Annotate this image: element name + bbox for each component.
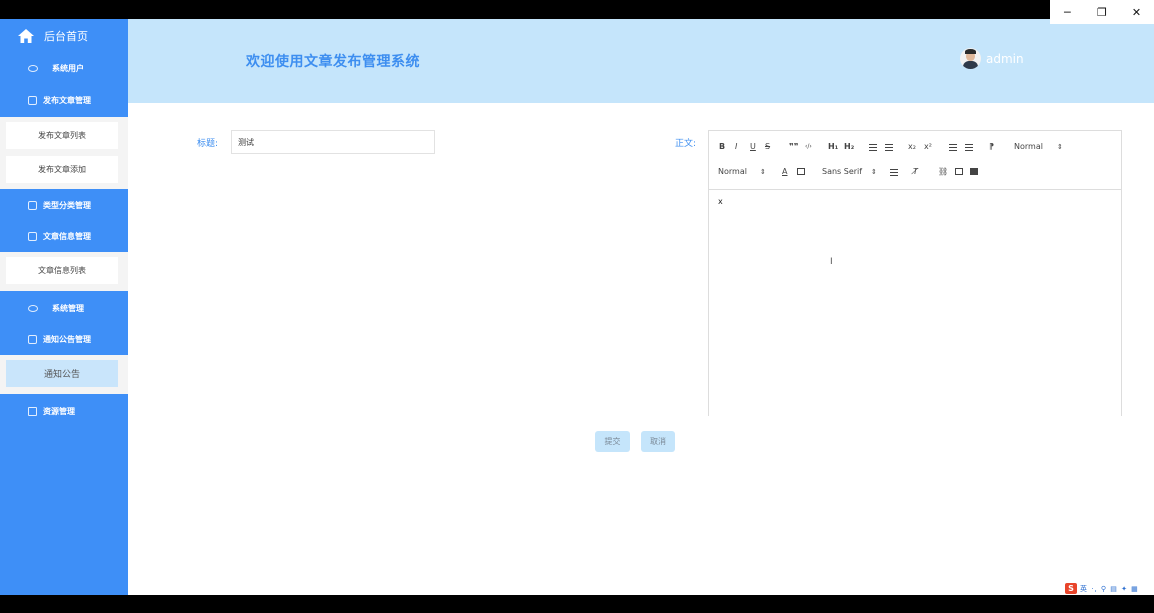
- main-content: 欢迎使用文章发布管理系统 admin 标题: 正文: B I U S ❞❞ ‹/…: [128, 19, 1154, 595]
- bullet-list-icon[interactable]: [885, 144, 893, 151]
- align-icon[interactable]: [890, 169, 898, 176]
- image-icon[interactable]: [955, 168, 963, 175]
- header: 欢迎使用文章发布管理系统 admin: [128, 19, 1154, 103]
- ime-logo-icon[interactable]: S: [1065, 583, 1077, 594]
- chevron-updown-icon: ⇕: [1057, 143, 1063, 151]
- strike-button[interactable]: S: [765, 141, 770, 153]
- sidebar-group-article-publish[interactable]: 发布文章管理: [0, 85, 128, 115]
- sidebar-group-category[interactable]: 类型分类管理: [0, 190, 128, 220]
- sidebar-submenu: 发布文章列表 发布文章添加: [0, 117, 128, 189]
- sidebar-group-system[interactable]: 系统管理: [0, 293, 128, 323]
- sidebar-group-label: 通知公告管理: [43, 334, 91, 344]
- rich-text-editor: B I U S ❞❞ ‹/› H₁ H₂ x₂ x² ⁋ Normal ⇕ No…: [708, 130, 1122, 416]
- code-block-button[interactable]: ‹/›: [805, 141, 812, 153]
- tray-icons[interactable]: 英 ·, ⚲ ▤ ✦ ▦: [1080, 584, 1139, 594]
- editor-content[interactable]: x I: [709, 191, 1121, 415]
- minimize-button[interactable]: ─: [1050, 0, 1085, 24]
- text-direction-button[interactable]: ⁋: [989, 141, 994, 153]
- link-icon[interactable]: ⛓: [938, 166, 948, 178]
- subscript-button[interactable]: x₂: [908, 141, 916, 153]
- sidebar-item-article-info-list[interactable]: 文章信息列表: [6, 257, 118, 284]
- sidebar-group-notice[interactable]: 通知公告管理: [0, 324, 128, 354]
- clean-format-button[interactable]: T̸: [913, 166, 918, 178]
- window-controls: ─ ❐ ✕: [1050, 0, 1154, 24]
- taskbar: [0, 595, 1154, 613]
- cloud-icon: [28, 304, 38, 312]
- font-color-button[interactable]: A: [782, 166, 787, 178]
- sidebar-submenu: 通知公告: [0, 355, 128, 394]
- h2-button[interactable]: H₂: [844, 141, 854, 153]
- header-select[interactable]: Normal: [718, 166, 747, 178]
- chevron-updown-icon: ⇕: [871, 168, 877, 176]
- italic-button[interactable]: I: [735, 141, 737, 153]
- sidebar-home-label: 后台首页: [44, 30, 88, 43]
- ordered-list-icon[interactable]: [869, 144, 877, 151]
- sidebar-group-resources[interactable]: 资源管理: [0, 396, 128, 426]
- avatar[interactable]: [960, 48, 981, 69]
- blockquote-button[interactable]: ❞❞: [789, 141, 798, 153]
- editor-toolbar: B I U S ❞❞ ‹/› H₁ H₂ x₂ x² ⁋ Normal ⇕ No…: [709, 131, 1121, 190]
- font-select[interactable]: Sans Serif: [822, 166, 862, 178]
- download-icon: [28, 406, 37, 416]
- body-label: 正文:: [675, 139, 697, 149]
- outdent-icon[interactable]: [949, 144, 957, 151]
- sidebar-group-label: 类型分类管理: [43, 200, 91, 210]
- cloud-icon: [28, 64, 38, 72]
- text-cursor-icon: I: [830, 257, 833, 267]
- bold-button[interactable]: B: [719, 141, 725, 153]
- sidebar-group-label: 系统用户: [52, 63, 84, 73]
- username[interactable]: admin: [986, 52, 1024, 66]
- app-window: ─ ❐ ✕ 后台首页 系统用户 发布文章管理 发布文章列表 发布文章添加 类型分…: [0, 0, 1154, 613]
- title-input[interactable]: [231, 130, 435, 154]
- list-icon: [28, 200, 37, 210]
- chevron-updown-icon: ⇕: [760, 168, 766, 176]
- sidebar-group-label: 系统管理: [52, 303, 84, 313]
- sidebar-item-article-add[interactable]: 发布文章添加: [6, 156, 118, 183]
- video-icon[interactable]: [970, 168, 978, 175]
- restore-button[interactable]: ❐: [1085, 0, 1120, 24]
- indent-icon[interactable]: [965, 144, 973, 151]
- sidebar-submenu: 文章信息列表: [0, 252, 128, 291]
- sidebar-group-label: 文章信息管理: [43, 231, 91, 241]
- size-select[interactable]: Normal: [1014, 141, 1043, 153]
- system-tray: S 英 ·, ⚲ ▤ ✦ ▦: [1063, 582, 1154, 595]
- edit-icon: [28, 231, 37, 241]
- h1-button[interactable]: H₁: [828, 141, 838, 153]
- cancel-button[interactable]: 取消: [641, 431, 675, 452]
- title-bar: [0, 0, 1154, 19]
- sidebar-item-notice[interactable]: 通知公告: [6, 360, 118, 387]
- close-button[interactable]: ✕: [1119, 0, 1154, 24]
- title-label: 标题:: [197, 139, 219, 149]
- edit-icon: [28, 95, 37, 105]
- submit-button[interactable]: 提交: [595, 431, 630, 452]
- superscript-button[interactable]: x²: [924, 141, 932, 153]
- sidebar-item-article-list[interactable]: 发布文章列表: [6, 122, 118, 149]
- sidebar-group-article-info[interactable]: 文章信息管理: [0, 221, 128, 251]
- underline-button[interactable]: U: [750, 141, 756, 153]
- editor-text: x: [718, 197, 723, 206]
- sidebar-group-system-users[interactable]: 系统用户: [0, 53, 128, 83]
- background-color-icon[interactable]: [797, 168, 805, 175]
- page-title: 欢迎使用文章发布管理系统: [246, 54, 420, 70]
- list-icon: [28, 334, 37, 344]
- sidebar: 后台首页 系统用户 发布文章管理 发布文章列表 发布文章添加 类型分类管理 文章…: [0, 19, 128, 595]
- sidebar-group-label: 资源管理: [43, 406, 75, 416]
- sidebar-home[interactable]: 后台首页: [0, 19, 128, 53]
- home-icon: [18, 29, 34, 43]
- sidebar-group-label: 发布文章管理: [43, 95, 91, 105]
